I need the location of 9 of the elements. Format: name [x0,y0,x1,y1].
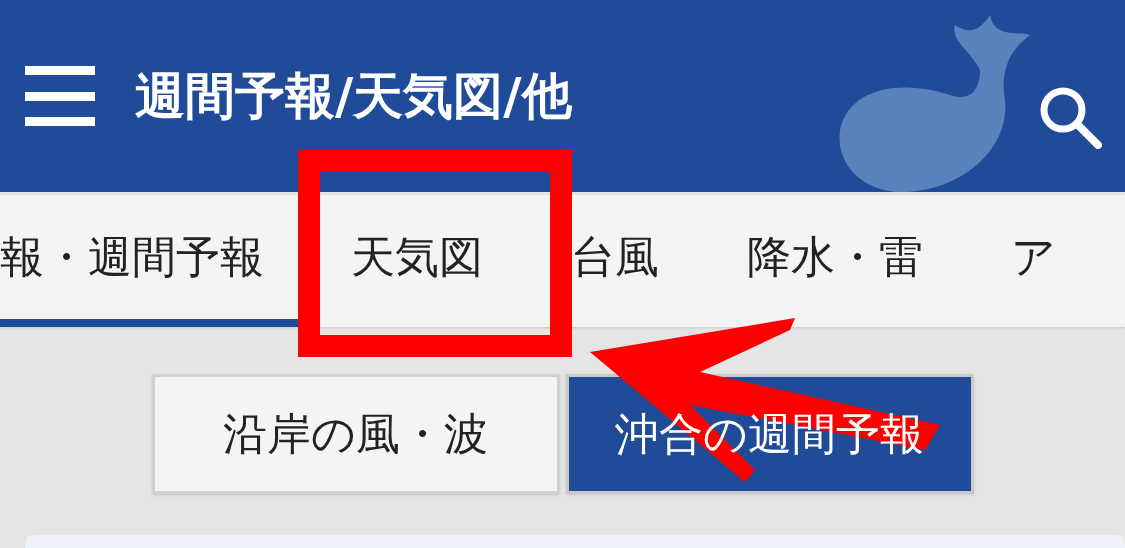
page-title: 週間予報/天気図/他 [135,71,572,121]
tab[interactable]: 報・週間予報 [0,195,307,327]
search-icon[interactable] [1038,85,1102,149]
tab[interactable]: 台風 [527,195,703,327]
tab[interactable]: ア [967,195,1100,327]
tab[interactable]: 天気図 [307,195,527,327]
segment-button[interactable]: 沿岸の風・波 [151,374,560,494]
menu-icon[interactable] [25,66,95,126]
tab[interactable]: 降水・雷 [703,195,967,327]
